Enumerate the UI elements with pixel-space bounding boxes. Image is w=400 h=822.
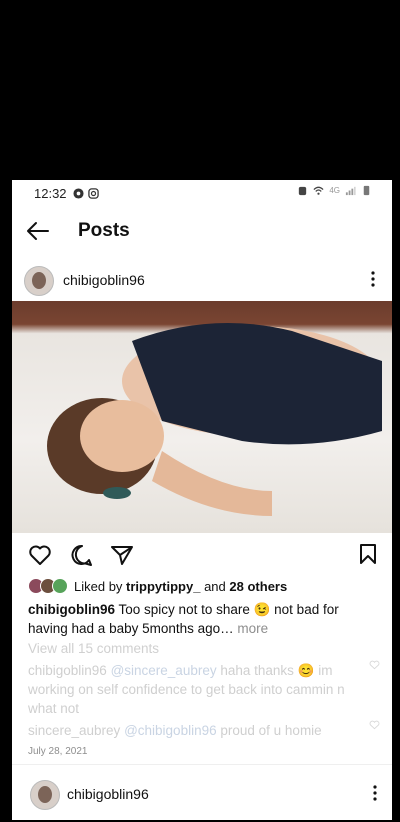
liked-by-user[interactable]: trippytippy_ — [126, 579, 200, 594]
bookmark-icon[interactable] — [358, 543, 378, 565]
liker-avatars — [28, 578, 68, 594]
liked-by-and: and — [204, 578, 226, 594]
network-type: 4G — [329, 186, 340, 195]
caption-username[interactable]: chibigoblin96 — [28, 602, 115, 617]
likes-summary[interactable]: Liked by trippytippy_ and 28 others — [28, 576, 287, 596]
post-date: July 28, 2021 — [28, 746, 88, 757]
view-all-comments-link[interactable]: View all 15 comments — [28, 641, 159, 656]
post-username[interactable]: chibigoblin96 — [63, 272, 145, 288]
more-options-icon[interactable] — [372, 784, 378, 802]
pinwheel-icon — [73, 187, 84, 199]
divider — [12, 764, 392, 765]
page-title: Posts — [78, 220, 130, 241]
comment-item: chibigoblin96 @sincere_aubrey haha thank… — [28, 661, 358, 718]
wifi-icon — [313, 186, 324, 195]
comment-username[interactable]: chibigoblin96 — [28, 663, 107, 678]
comment-icon[interactable] — [70, 544, 94, 566]
next-post-header: chibigoblin96 — [12, 779, 392, 810]
comment-username[interactable]: sincere_aubrey — [28, 723, 120, 738]
photo-illustration — [47, 323, 382, 516]
more-options-icon[interactable] — [370, 270, 376, 288]
comment-item: sincere_aubrey @chibigoblin96 proud of u… — [28, 721, 358, 740]
share-icon[interactable] — [110, 544, 134, 566]
heart-icon[interactable] — [28, 544, 52, 566]
liked-by-prefix: Liked by — [74, 578, 123, 594]
top-app-bar: Posts — [12, 212, 392, 248]
post-username[interactable]: chibigoblin96 — [67, 786, 149, 802]
comment-mention[interactable]: @sincere_aubrey — [111, 663, 217, 678]
post-actions — [12, 542, 392, 570]
avatar — [52, 578, 68, 594]
post-photo[interactable] — [12, 301, 392, 533]
caption-more-link[interactable]: more — [237, 621, 268, 636]
app-screen: 12:32 4G Posts chibigoblin96 Liked by tr… — [12, 180, 392, 820]
avatar[interactable] — [24, 266, 54, 296]
status-bar: 12:32 4G — [12, 180, 392, 206]
post-header: chibigoblin96 — [12, 264, 392, 296]
comment-heart-icon[interactable] — [369, 660, 380, 670]
instagram-icon — [87, 187, 99, 199]
alarm-icon — [299, 186, 307, 196]
post-caption: chibigoblin96 Too spicy not to share 😉 n… — [28, 600, 376, 638]
comment-mention[interactable]: @chibigoblin96 — [124, 723, 217, 738]
status-time: 12:32 — [34, 185, 67, 201]
likes-others[interactable]: 28 others — [229, 579, 287, 594]
comment-heart-icon[interactable] — [369, 720, 380, 730]
comment-text: proud of u homie — [220, 723, 322, 738]
battery-icon — [363, 185, 370, 196]
avatar[interactable] — [30, 780, 60, 810]
signal-icon — [345, 186, 356, 196]
back-arrow-icon[interactable] — [26, 220, 50, 242]
